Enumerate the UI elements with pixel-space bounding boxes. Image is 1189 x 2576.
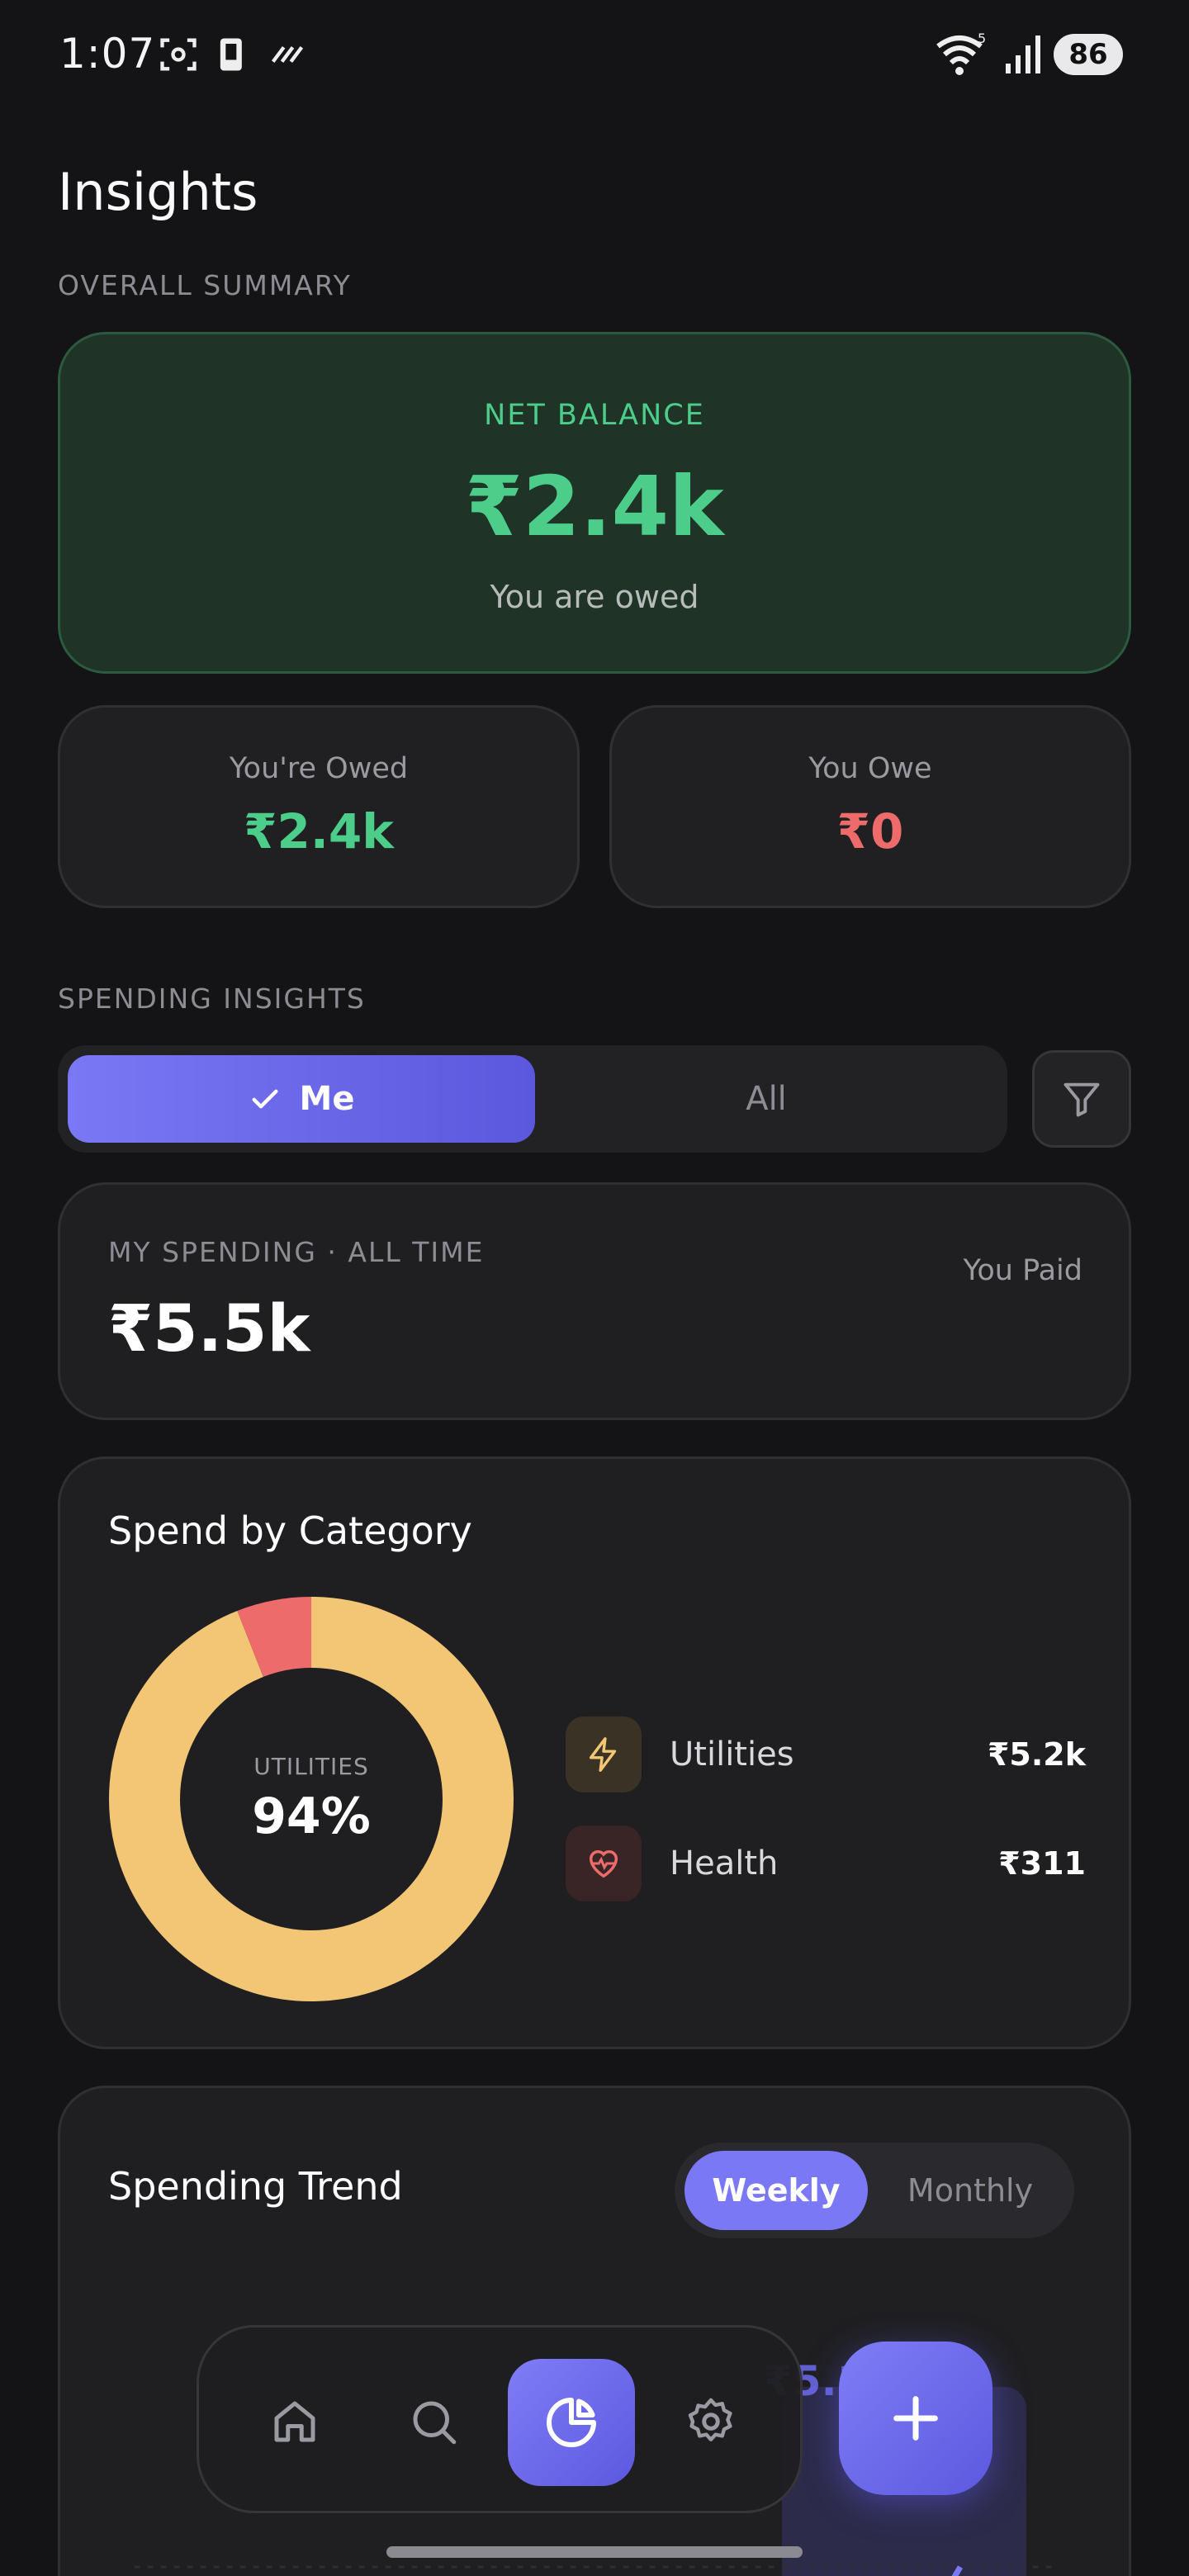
category-card-title: Spend by Category (108, 1508, 472, 1553)
status-notification-icons (157, 33, 309, 76)
check-icon (252, 1089, 278, 1109)
legend-amount: ₹5.2k (987, 1736, 1086, 1773)
section-label-spending-insights: SPENDING INSIGHTS (58, 983, 366, 1015)
legend-item-health[interactable]: Health ₹311 (566, 1816, 1086, 1911)
net-balance-card: NET BALANCE ₹2.4k You are owed (58, 332, 1131, 674)
scope-segmented-control: Me All (58, 1045, 1007, 1153)
home-icon[interactable] (253, 2380, 336, 2463)
legend-amount: ₹311 (998, 1845, 1086, 1882)
segment-all[interactable]: All (535, 1055, 997, 1143)
net-balance-value: ₹2.4k (465, 458, 724, 555)
battery-indicator: 86 (1054, 34, 1123, 75)
plus-icon (893, 2396, 938, 2441)
donut-percent: 94% (252, 1788, 371, 1845)
segment-me-label: Me (299, 1080, 355, 1118)
search-icon[interactable] (392, 2380, 475, 2463)
heart-pulse-icon (566, 1825, 642, 1901)
status-system-icons: 5 86 (935, 31, 1123, 78)
page-title: Insights (58, 162, 258, 222)
bottom-navigation (197, 2325, 803, 2513)
add-expense-button[interactable] (839, 2342, 992, 2495)
you-owe-card[interactable]: You Owe ₹0 (609, 705, 1131, 908)
gear-icon[interactable] (670, 2380, 752, 2463)
status-time: 1:07 (59, 30, 156, 78)
my-spending-card: MY SPENDING · ALL TIME ₹5.5k You Paid (58, 1182, 1131, 1420)
filter-button[interactable] (1032, 1050, 1131, 1148)
spend-by-category-card: Spend by Category UTILITIES 94% Utilitie… (58, 1456, 1131, 2049)
you-owe-label: You Owe (808, 752, 932, 785)
youre-owed-label: You're Owed (229, 752, 409, 785)
filter-icon (1063, 1082, 1100, 1117)
donut-caption: UTILITIES (253, 1753, 369, 1780)
legend-name: Health (670, 1844, 779, 1882)
phone-icon (220, 38, 242, 71)
chart-pie-icon[interactable] (508, 2359, 635, 2486)
lightning-icon (566, 1717, 642, 1792)
my-spending-label: MY SPENDING · ALL TIME (108, 1236, 485, 1268)
net-balance-subtitle: You are owed (490, 579, 699, 615)
legend-item-utilities[interactable]: Utilities ₹5.2k (566, 1707, 1086, 1802)
my-spending-value: ₹5.5k (108, 1292, 310, 1366)
you-owe-value: ₹0 (836, 803, 904, 859)
legend-name: Utilities (670, 1735, 794, 1773)
youre-owed-card[interactable]: You're Owed ₹2.4k (58, 705, 580, 908)
section-label-overall-summary: OVERALL SUMMARY (58, 269, 352, 301)
screenshot-icon (160, 38, 197, 71)
wifi-icon: 5 (936, 31, 986, 75)
net-balance-label: NET BALANCE (484, 399, 705, 432)
svg-text:5: 5 (978, 31, 986, 46)
home-indicator[interactable] (386, 2546, 803, 2558)
cellular-signal-icon (1006, 36, 1040, 73)
you-paid-label: You Paid (963, 1254, 1082, 1287)
youre-owed-value: ₹2.4k (244, 803, 394, 859)
segment-me[interactable]: Me (68, 1055, 535, 1143)
nfc-icon (271, 46, 304, 63)
